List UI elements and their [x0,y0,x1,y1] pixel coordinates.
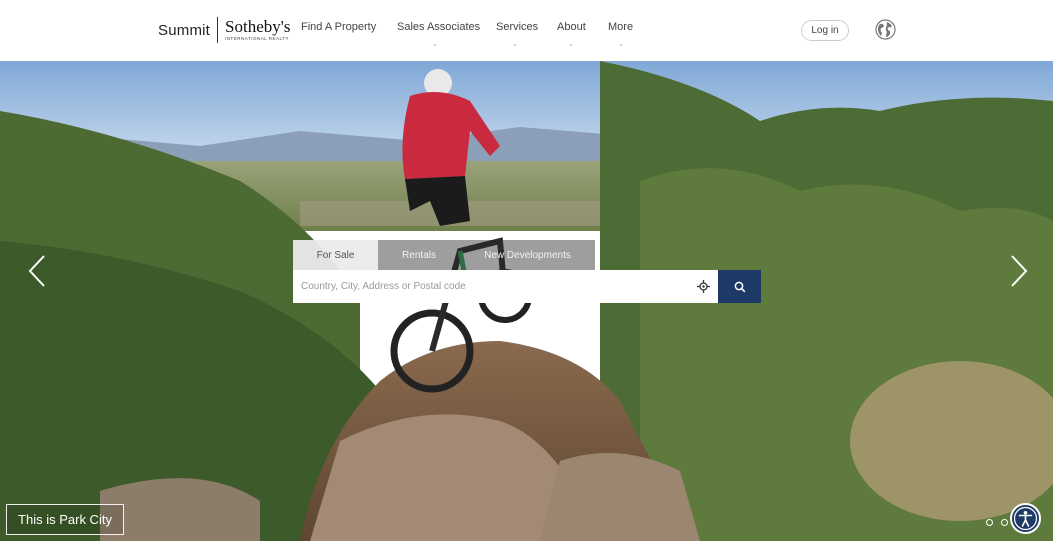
globe-icon[interactable] [875,19,896,40]
hero-caption: This is Park City [6,504,124,535]
search-input[interactable] [293,270,688,303]
chevron-down-icon: ⌄ [618,41,624,48]
logo-sothebys-text: Sotheby's [225,17,291,37]
tab-new-developments[interactable]: New Developments [460,240,595,270]
site-header: Summit Sotheby's INTERNATIONAL REALTY Fi… [0,0,1053,61]
logo-sothebys: Sotheby's INTERNATIONAL REALTY [225,18,290,42]
nav-find-property[interactable]: Find A Property [301,21,376,33]
slide-dot-1[interactable] [986,519,993,526]
login-button[interactable]: Log in [801,20,849,41]
nav-about[interactable]: About [557,21,586,33]
nav-sales-associates[interactable]: Sales Associates [397,21,480,33]
logo-divider [217,17,219,43]
accessibility-icon[interactable] [1010,503,1041,534]
slide-dot-2[interactable] [1001,519,1008,526]
tab-for-sale[interactable]: For Sale [293,240,378,270]
chevron-down-icon: ⌄ [568,41,574,48]
search-button[interactable] [718,270,761,303]
chevron-right-icon[interactable] [1006,254,1030,288]
chevron-left-icon[interactable] [26,254,50,288]
nav-more[interactable]: More [608,21,633,33]
logo-summit-text: Summit [158,21,211,39]
chevron-down-icon: ⌄ [512,41,518,48]
chevron-down-icon: ⌄ [432,41,438,48]
search-box [293,270,719,303]
tab-rentals[interactable]: Rentals [378,240,460,270]
nav-services[interactable]: Services [496,21,538,33]
search-tabs: For Sale Rentals New Developments [293,240,595,270]
hero-banner: For Sale Rentals New Developments This i… [0,61,1053,541]
logo-subtitle: INTERNATIONAL REALTY [225,36,289,42]
site-logo[interactable]: Summit Sotheby's INTERNATIONAL REALTY [158,16,290,44]
search-icon [734,281,745,292]
crosshair-icon[interactable] [696,279,711,294]
